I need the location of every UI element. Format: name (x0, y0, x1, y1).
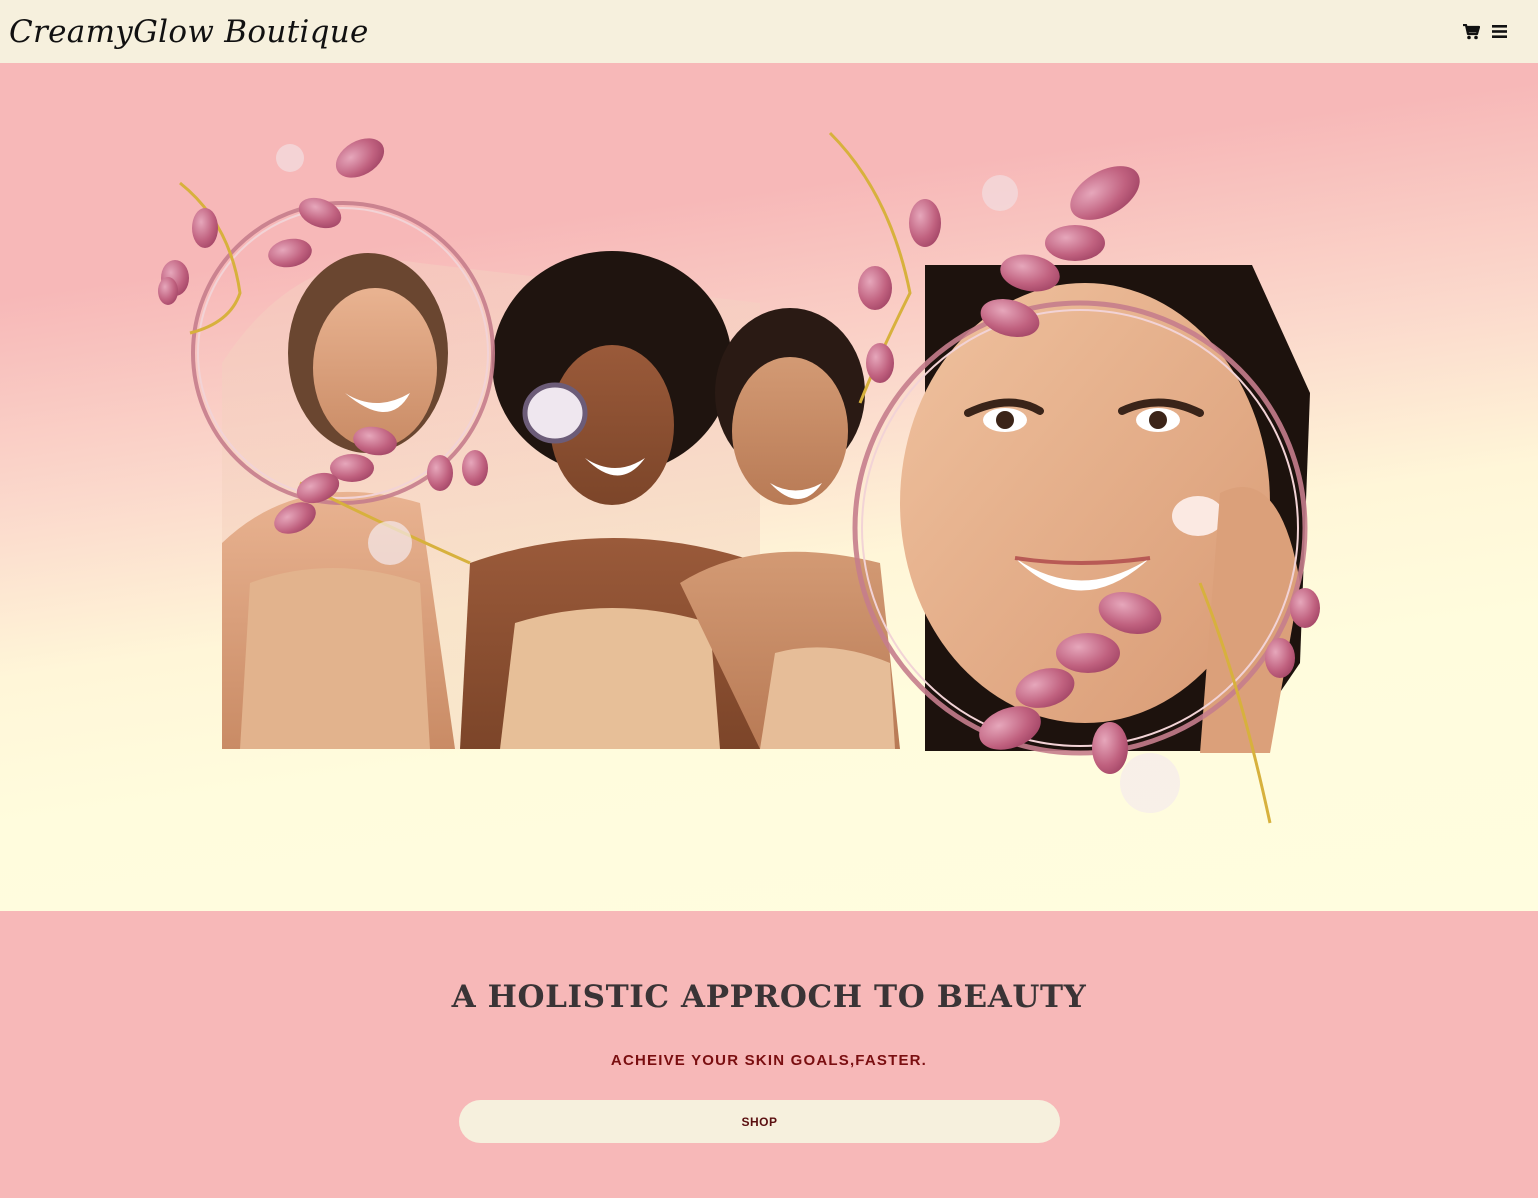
promo-section: A HOLISTIC APPROCH TO BEAUTY ACHEIVE YOU… (0, 911, 1538, 1198)
shopping-cart-icon[interactable] (1462, 23, 1480, 41)
promo-headline: A HOLISTIC APPROCH TO BEAUTY (451, 979, 1087, 1015)
nav-icons (1462, 23, 1508, 41)
brand-logo-link[interactable]: CreamyGlow Boutique (9, 14, 369, 50)
hamburger-menu-icon[interactable] (1490, 23, 1508, 41)
navbar: CreamyGlow Boutique (0, 0, 1538, 63)
hero-banner (0, 63, 1538, 911)
shop-button[interactable]: SHOP (459, 1100, 1060, 1143)
promo-subheadline: ACHEIVE YOUR SKIN GOALS,FASTER. (610, 1052, 928, 1069)
hero-illustration (158, 131, 1320, 824)
